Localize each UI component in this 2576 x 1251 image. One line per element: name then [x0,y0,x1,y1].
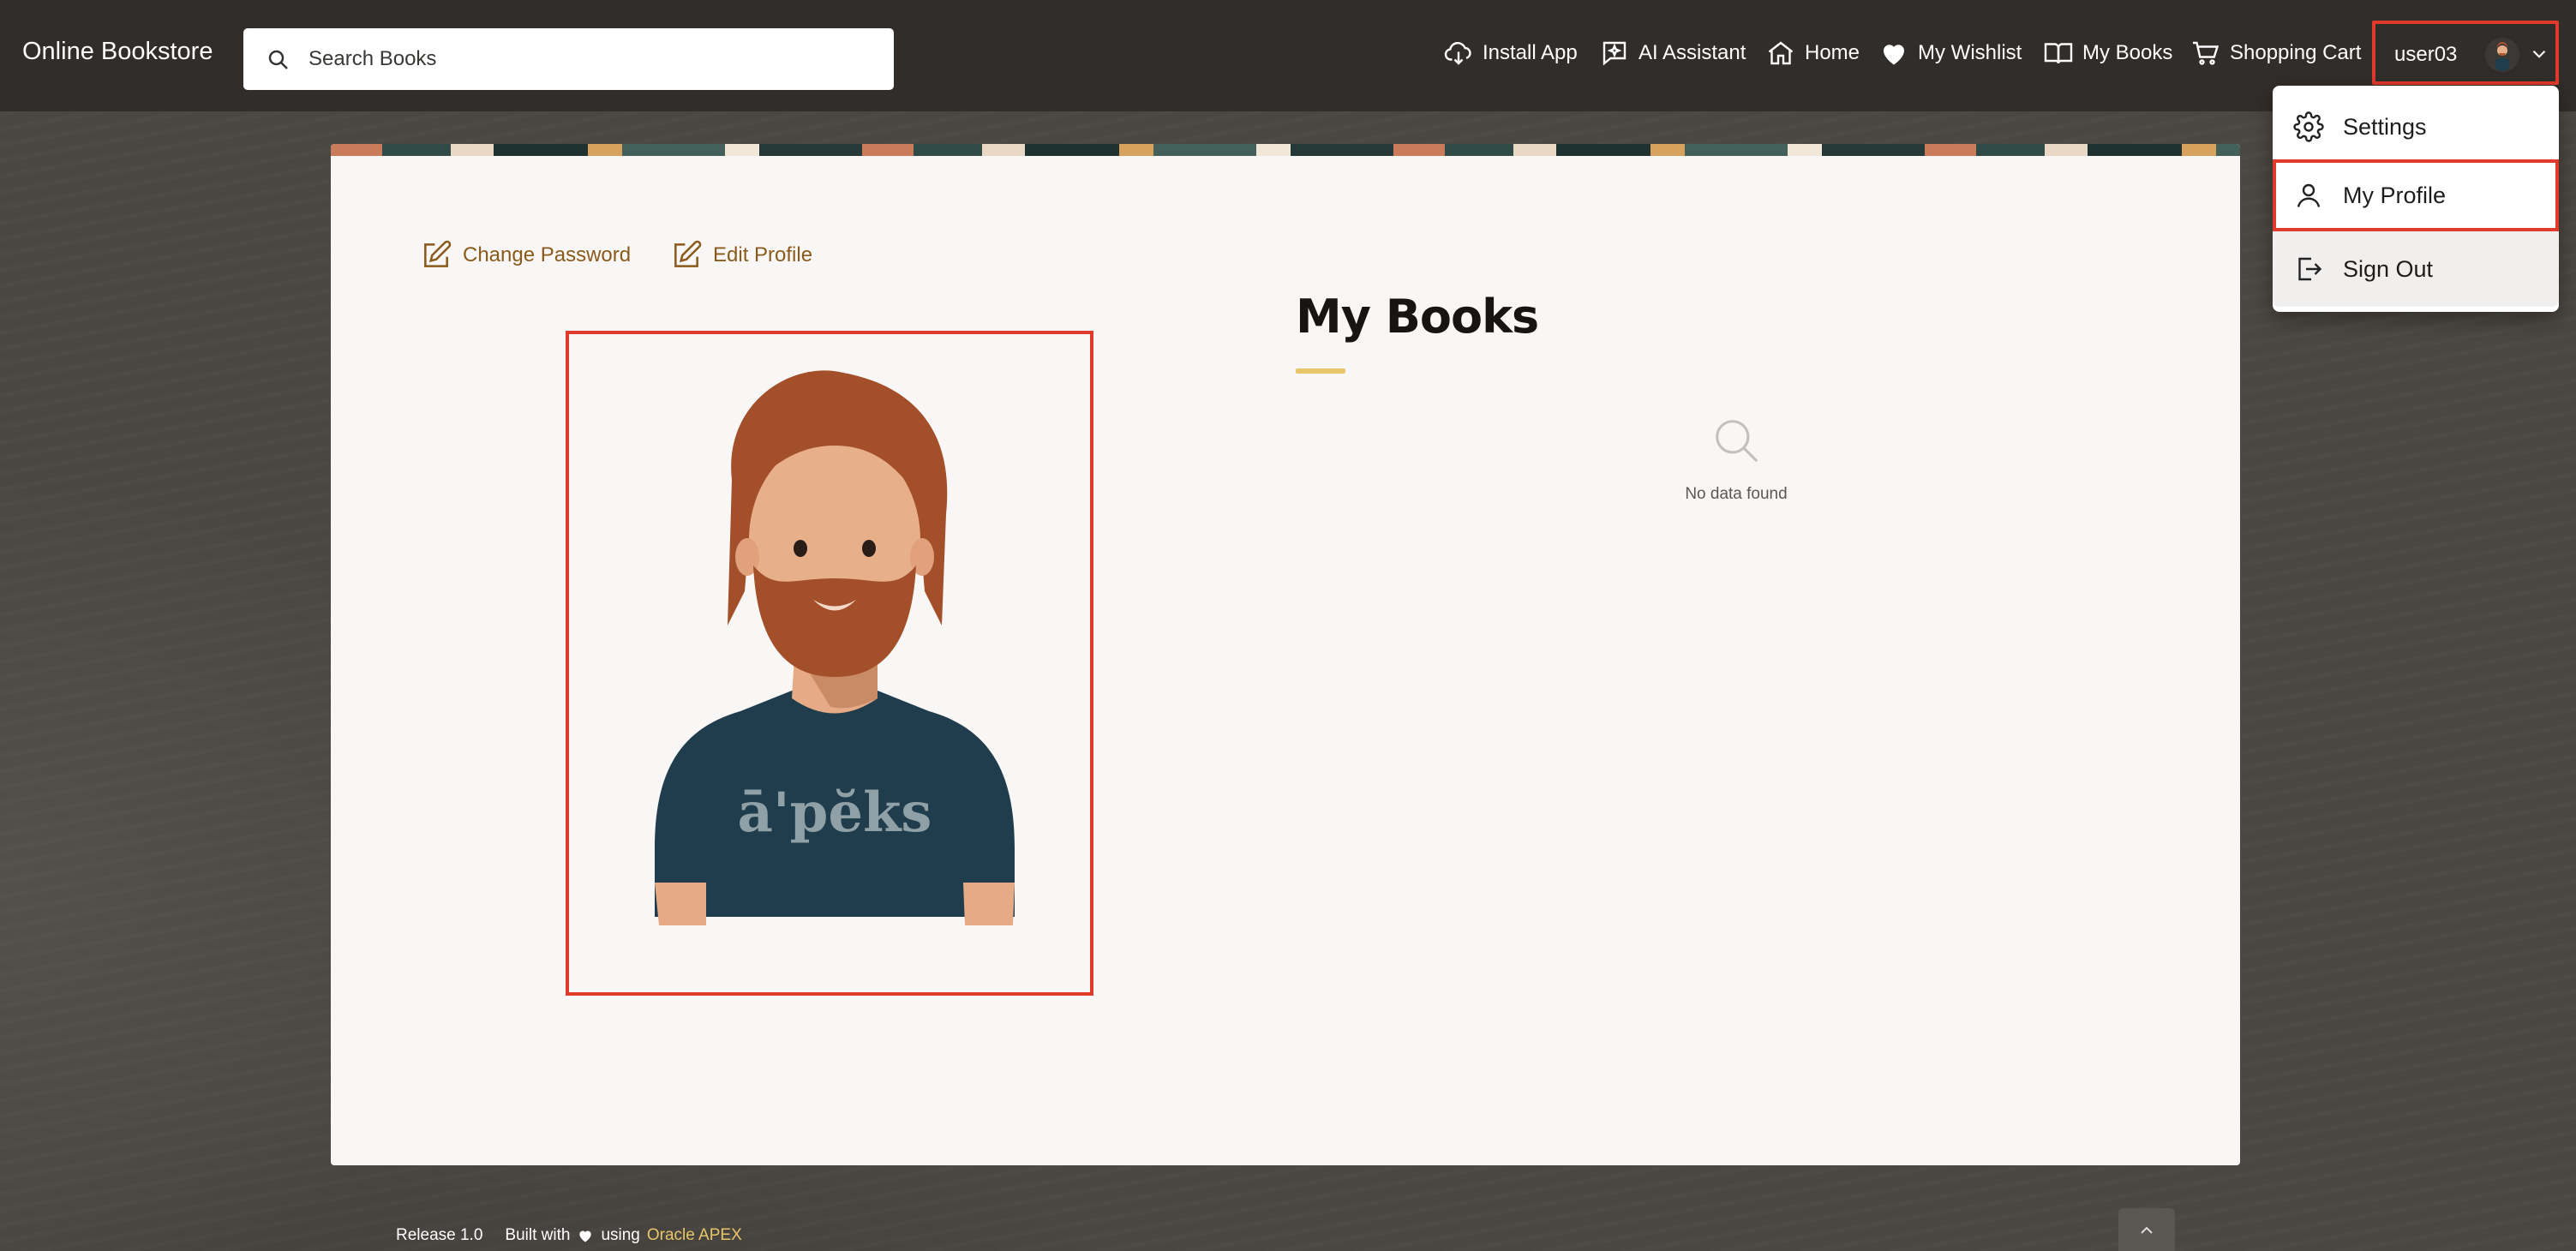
heart-icon [579,1230,592,1242]
decorative-banner [331,144,2240,156]
nav-label: My Wishlist [1918,41,2022,64]
gear-icon [2293,111,2324,142]
avatar-illustration: ā'pĕks [655,370,1015,925]
change-password-button[interactable]: Change Password [420,238,631,272]
edit-profile-button[interactable]: Edit Profile [670,238,812,272]
heart-icon [1884,45,1904,65]
scroll-to-top-button[interactable] [2118,1208,2175,1251]
nav-label: My Books [2082,41,2173,64]
sign-out-icon [2298,257,2322,281]
edit-icon [674,240,702,267]
cart-icon [2193,41,2220,65]
search-input[interactable] [309,42,857,76]
menu-item-label: My Profile [2343,182,2447,208]
open-book-icon [2044,43,2073,64]
user-menu-button[interactable]: user03 [2372,21,2559,85]
top-navigation-bar: Online Bookstore Install App AI Assistan… [0,0,2576,111]
app-brand[interactable]: Online Bookstore [22,38,213,66]
release-version: Release 1.0 [396,1226,483,1244]
shirt-logo-text: ā'pĕks [738,781,932,845]
menu-item-settings[interactable]: Settings [2273,91,2559,163]
profile-photo: ā'pĕks [566,331,1093,996]
user-dropdown-menu: Settings My Profile Sign Out [2273,86,2559,312]
page-title: My Books [1296,290,1539,344]
profile-card: Change Password Edit Profile ā'pĕks My B… [331,144,2240,1165]
edit-icon [424,240,452,267]
nav-my-wishlist[interactable]: My Wishlist [1878,34,2022,72]
nav-label: Home [1805,41,1860,64]
ai-chat-icon [1603,41,1626,66]
nav-my-books[interactable]: My Books [2043,34,2172,72]
page-footer: Release 1.0 Built with using Oracle APEX [396,1224,742,1248]
nav-label: Install App [1483,41,1578,64]
menu-item-sign-out[interactable]: Sign Out [2273,231,2559,307]
chevron-down-icon [2532,50,2546,58]
nav-home[interactable]: Home [1765,34,1860,72]
menu-item-label: Settings [2343,113,2427,140]
nav-label: AI Assistant [1638,41,1746,64]
search-bar[interactable] [243,28,894,90]
title-underline [1296,368,1345,374]
person-icon [2297,183,2321,207]
oracle-apex-link[interactable]: Oracle APEX [647,1226,742,1245]
cloud-download-icon [1444,42,1471,65]
action-label: Change Password [463,243,632,266]
search-icon [1716,420,1758,463]
nav-install-app[interactable]: Install App [1443,34,1578,72]
search-icon [268,50,288,69]
empty-state-message: No data found [1685,485,1788,503]
home-icon [1768,41,1794,65]
menu-item-label: Sign Out [2343,255,2434,282]
username: user03 [2394,43,2458,66]
using-text: using [601,1226,640,1244]
nav-label: Shopping Cart [2230,41,2362,64]
nav-ai-assistant[interactable]: AI Assistant [1599,34,1746,72]
menu-item-my-profile[interactable]: My Profile [2273,159,2559,231]
built-with-text: Built with [505,1226,571,1244]
action-label: Edit Profile [713,243,813,266]
avatar [2485,38,2519,72]
chevron-up-icon [2141,1226,2153,1234]
nav-shopping-cart[interactable]: Shopping Cart [2190,34,2361,72]
